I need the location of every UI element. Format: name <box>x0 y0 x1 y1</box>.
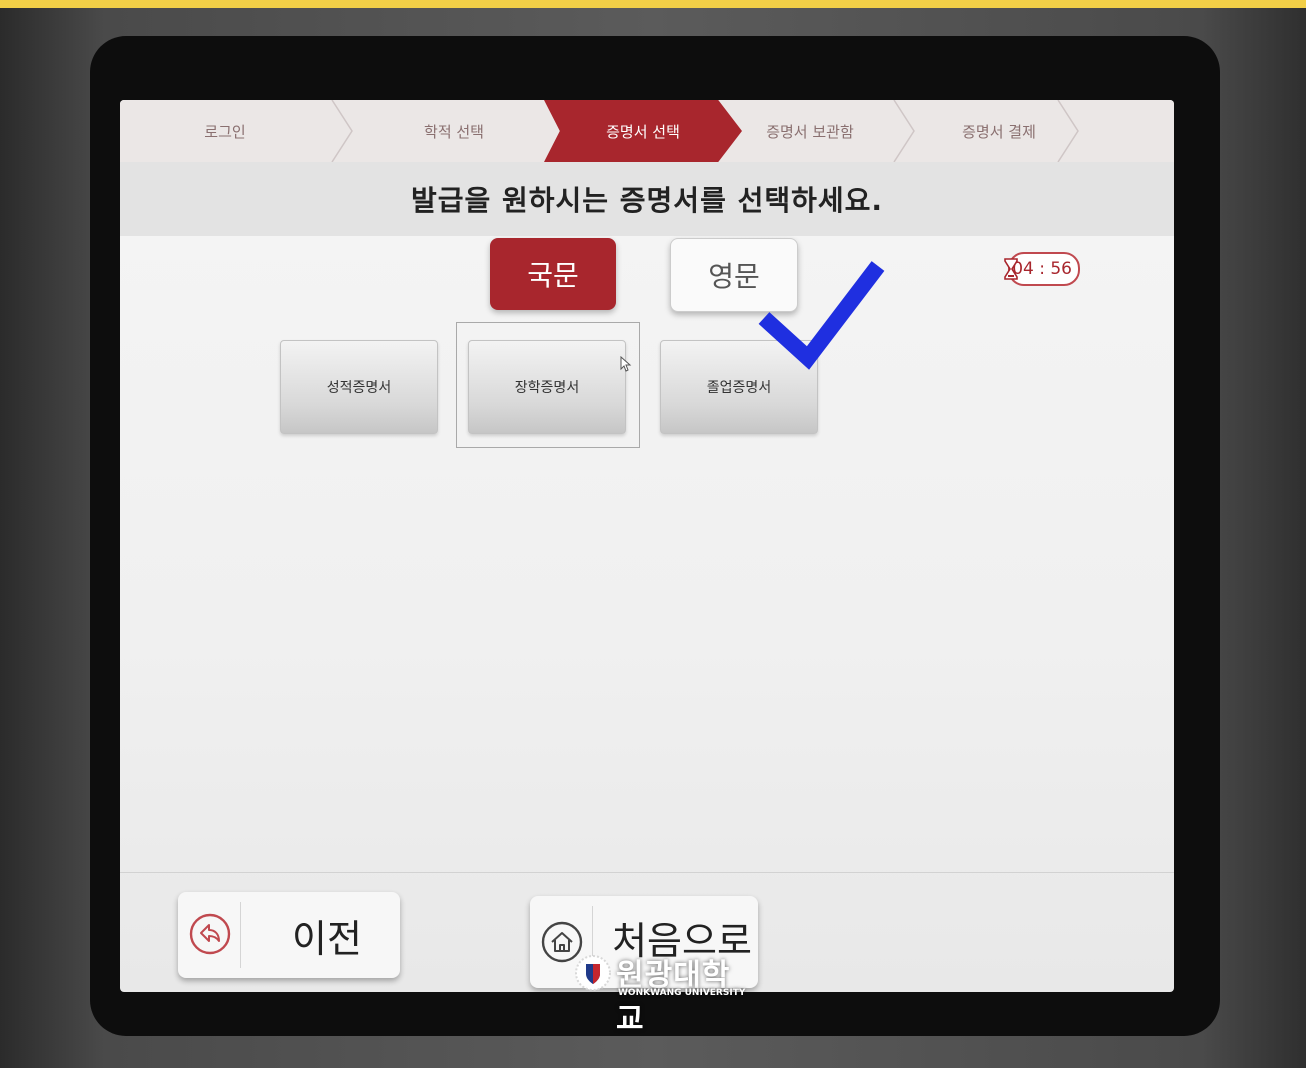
page-title: 발급을 원하시는 증명서를 선택하세요. <box>410 184 884 217</box>
bottom-divider <box>120 872 1174 873</box>
step-certificate-box: 증명서 보관함 <box>766 122 854 141</box>
previous-button[interactable]: 이전 <box>178 892 400 978</box>
timer-value: 04 : 56 <box>1012 259 1072 279</box>
checkmark-icon <box>758 261 885 370</box>
step-separator <box>331 100 353 162</box>
step-progress-bar: 로그인 학적 선택 증명서 선택 증명서 보관함 증명서 결제 <box>120 100 1174 162</box>
step-certificate-select: 증명서 선택 <box>544 100 742 162</box>
back-arrow-icon <box>189 913 231 955</box>
button-divider <box>240 902 241 968</box>
step-login: 로그인 <box>204 122 246 141</box>
kiosk-screen: 로그인 학적 선택 증명서 선택 증명서 보관함 증명서 결제 발급을 원하시는… <box>120 100 1174 992</box>
step-separator <box>1057 100 1079 162</box>
scholarship-certificate-button[interactable]: 장학증명서 <box>468 340 626 434</box>
session-timer: 04 : 56 <box>1004 252 1080 286</box>
hourglass-icon <box>1004 258 1018 280</box>
korean-language-button[interactable]: 국문 <box>490 238 616 310</box>
mouse-cursor-icon <box>620 356 632 372</box>
transcript-certificate-button[interactable]: 성적증명서 <box>280 340 438 434</box>
step-academic-select: 학적 선택 <box>424 122 484 141</box>
university-seal-icon <box>575 955 611 991</box>
university-watermark-logo: 원광대학교 WONKWANG UNIVERSITY <box>566 948 756 1037</box>
heading-band: 발급을 원하시는 증명서를 선택하세요. <box>120 162 1174 236</box>
previous-button-label: 이전 <box>292 916 362 961</box>
top-highlight-strip <box>0 0 1306 8</box>
university-name-english: WONKWANG UNIVERSITY <box>618 988 746 998</box>
